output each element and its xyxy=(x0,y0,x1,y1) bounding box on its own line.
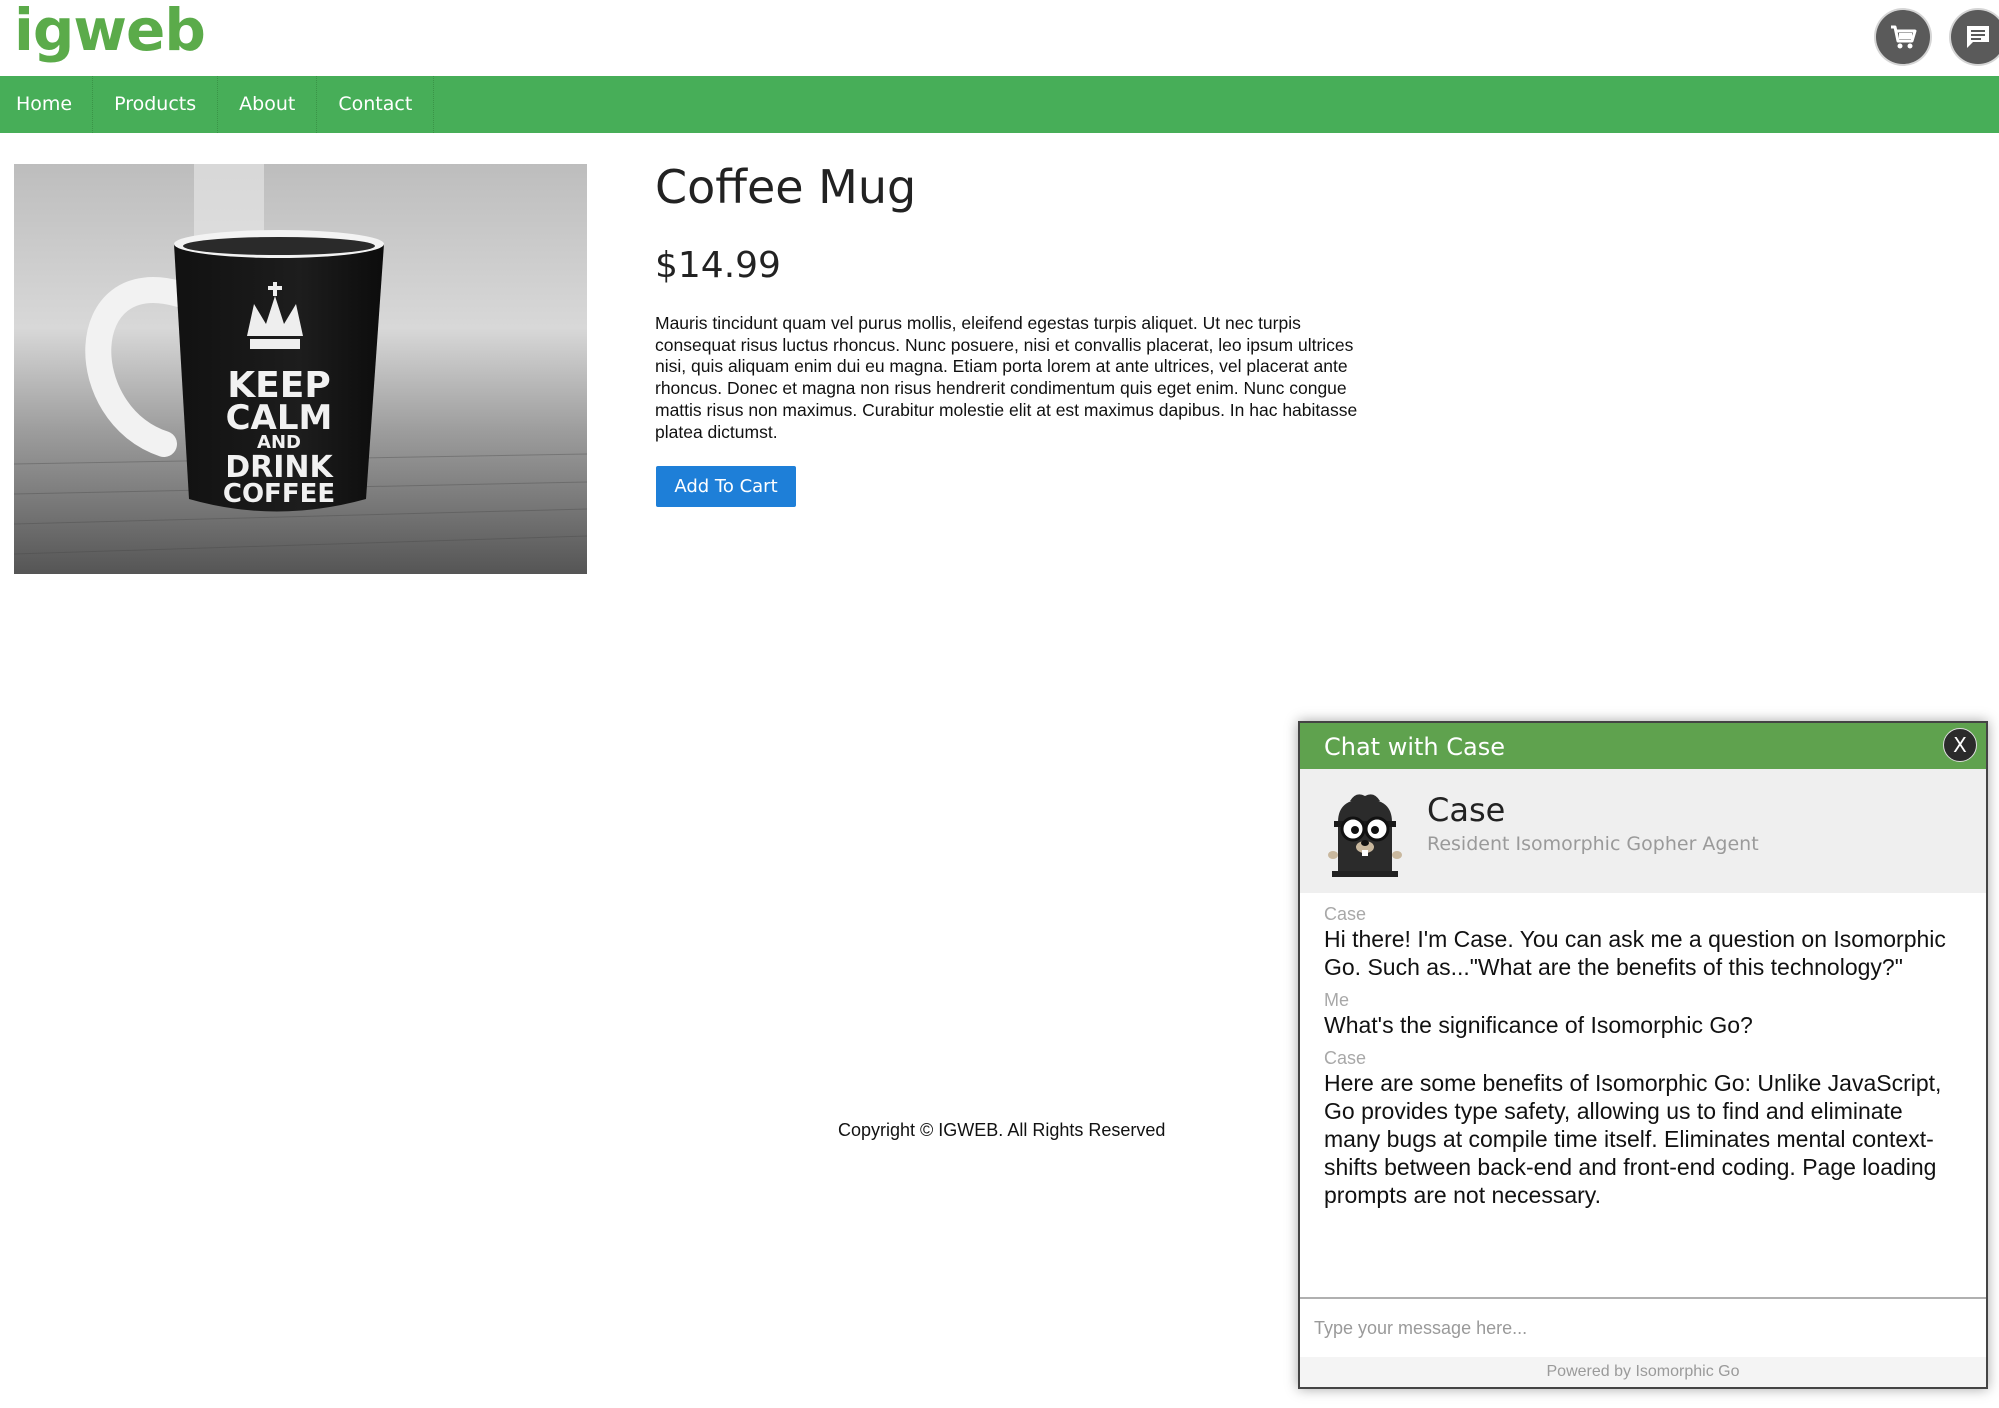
cart-icon xyxy=(1891,25,1917,49)
chat-close-button[interactable]: X xyxy=(1943,728,1977,762)
chat-message: Case Here are some benefits of Isomorphi… xyxy=(1324,1047,1964,1209)
nav-item-about[interactable]: About xyxy=(218,76,318,133)
message-sender: Case xyxy=(1324,904,1367,924)
site-header: igweb xyxy=(0,0,1999,76)
nav-item-products[interactable]: Products xyxy=(93,76,219,133)
gopher-avatar-icon xyxy=(1328,794,1402,877)
chat-bubble-icon xyxy=(1967,26,1989,48)
product-description: Mauris tincidunt quam vel purus mollis, … xyxy=(655,313,1358,442)
product-image: KEEP CALM AND DRINK COFFEE xyxy=(14,164,587,574)
mug-text-line-5: COFFEE xyxy=(223,479,335,509)
chat-button[interactable] xyxy=(1951,10,1999,64)
product-title: Coffee Mug xyxy=(655,160,917,214)
agent-role: Resident Isomorphic Gopher Agent xyxy=(1427,833,1759,855)
message-text: Hi there! I'm Case. You can ask me a que… xyxy=(1324,926,1946,980)
footer-copyright: Copyright © IGWEB. All Rights Reserved xyxy=(838,1120,1166,1140)
chat-input-area xyxy=(1300,1297,1986,1359)
chat-messages: Case Hi there! I'm Case. You can ask me … xyxy=(1324,903,1964,1217)
cart-button[interactable] xyxy=(1876,10,1930,64)
message-sender: Case xyxy=(1324,1048,1367,1068)
message-text: Here are some benefits of Isomorphic Go:… xyxy=(1324,1070,1942,1208)
agent-name: Case xyxy=(1427,791,1506,829)
chat-message: Case Hi there! I'm Case. You can ask me … xyxy=(1324,903,1964,981)
chat-titlebar: Chat with Case X xyxy=(1300,723,1986,769)
main-nav: Home Products About Contact xyxy=(0,76,1999,133)
message-text: What's the significance of Isomorphic Go… xyxy=(1324,1012,1753,1038)
chat-powered-by: Powered by Isomorphic Go xyxy=(1300,1357,1986,1387)
add-to-cart-button[interactable]: Add To Cart xyxy=(656,466,796,507)
chat-title: Chat with Case xyxy=(1324,733,1505,761)
agent-panel: Case Resident Isomorphic Gopher Agent xyxy=(1300,769,1986,893)
nav-item-home[interactable]: Home xyxy=(0,76,94,133)
product-price: $14.99 xyxy=(655,245,781,286)
message-sender: Me xyxy=(1324,990,1350,1010)
chat-window: Chat with Case X Case Resident Isomorphi… xyxy=(1298,721,1988,1389)
chat-message-input[interactable] xyxy=(1312,1307,1956,1349)
site-logo[interactable]: igweb xyxy=(14,0,206,64)
chat-message: Me What's the significance of Isomorphic… xyxy=(1324,989,1964,1039)
nav-item-contact[interactable]: Contact xyxy=(317,76,435,133)
